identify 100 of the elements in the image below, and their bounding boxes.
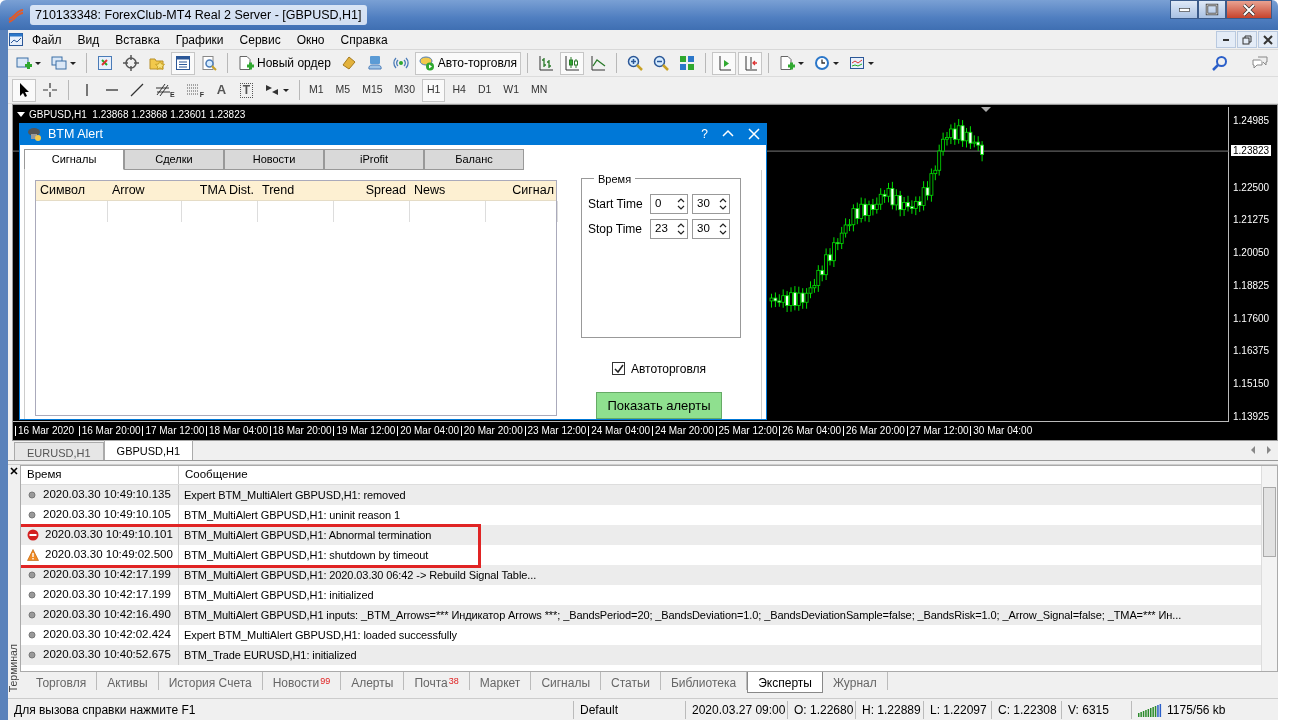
timeframe-button[interactable]: H1 [422,78,446,102]
timeframe-button[interactable]: H4 [447,78,471,102]
timeframe-button[interactable]: MN [526,78,553,102]
spin-field[interactable]: 0 [650,193,688,214]
menu-item[interactable]: Вставка [107,30,168,49]
dot-icon [27,610,37,620]
terminal-tab[interactable]: Торговля [26,672,98,690]
price-label: 1.17600 [1233,312,1270,324]
menu-item[interactable]: Справка [332,30,396,49]
status-text: O: 1.22680 [794,701,854,719]
terminal-tab[interactable]: Алерты [341,672,405,690]
terminal-tab[interactable]: Журнал [822,672,888,690]
crosshair-icon [42,82,58,98]
toolbar-button[interactable]: A [209,78,233,102]
tab[interactable]: Сигналы [24,148,124,170]
field-label: Stop Time [588,220,644,238]
toolbar-button[interactable] [171,51,195,75]
timeframe-button[interactable]: M15 [357,78,388,102]
toolbar-button[interactable]: Авто-торговля [414,51,522,75]
terminal-tab[interactable]: История Счета [158,672,263,690]
terminal-tab[interactable]: Сигналы [531,672,602,690]
price-label: 1.21275 [1233,214,1270,226]
hat-play-icon [418,55,435,71]
tiles-icon [679,55,696,71]
time-label: 20 Mar 04:00 [397,426,461,436]
restore-button[interactable] [1237,31,1257,48]
checkbox[interactable] [612,362,625,375]
scroll-left-icon [1250,446,1256,454]
connection-bars-icon [1138,702,1162,717]
terminal-tab[interactable]: Маркет [469,672,532,690]
spin-arrows-icon [719,222,727,235]
chart-tab[interactable]: GBPUSD,H1 [103,440,194,460]
toolbar-button[interactable] [12,78,36,102]
spin-arrows-icon [677,197,685,210]
help-button[interactable]: ? [701,125,708,144]
log-time: 2020.03.30 10:49:02.500 [45,547,173,563]
list-window-icon [175,55,191,71]
scrollbar[interactable] [1261,466,1277,671]
tab[interactable]: Баланс [424,148,524,170]
check-icon [613,363,624,374]
horizontal-line-icon [105,89,118,91]
time-label: 25 Mar 12:00 [715,426,780,436]
timeframe-button[interactable]: M30 [389,78,420,102]
timeframe-button[interactable]: D1 [472,78,497,102]
status-text: Default [580,701,619,719]
minimize-button[interactable] [1170,0,1198,19]
time-label: 20 Mar 20:00 [460,426,525,436]
windows-icon [51,55,67,71]
log-time: 2020.03.30 10:42:17.199 [43,587,171,603]
toolbar-button[interactable]: T [234,78,258,102]
magnifier-document-icon [201,55,217,71]
count-label: 99 [320,674,331,688]
log-message: BTM_MultiAlert GBPUSD,H1: 2020.03.30 06:42 -> Rebuild Signal Table... [183,567,537,583]
price-label: 1.15150 [1233,378,1270,390]
timeframe-button[interactable]: M5 [330,78,356,102]
timeframe-button[interactable]: M1 [303,78,329,102]
app-logo-icon [8,7,24,23]
time-label: 24 Mar 20:00 [651,426,716,436]
log-message: BTM_Trade EURUSD,H1: initialized [183,647,357,663]
axis-play-icon [716,55,733,71]
terminal-tab[interactable]: Активы [97,672,159,690]
dot-icon [27,570,37,580]
chart-tab[interactable]: EURUSD,H1 [14,442,104,460]
show-alerts-button[interactable]: Показать алерты [596,391,722,419]
toolbar-button[interactable]: Новый ордер [234,51,335,75]
menu-item[interactable]: Графики [167,30,232,49]
column-header: Сигнал [511,181,555,199]
spin-field[interactable]: 23 [650,218,688,239]
triangle-down-icon [17,112,25,117]
tab[interactable]: Сделки [124,148,224,170]
maximize-button[interactable] [1198,0,1226,19]
menu-item[interactable]: Вид [69,30,108,49]
scroll-thumb[interactable] [1263,487,1276,557]
close-button[interactable] [10,467,18,475]
terminal-tab[interactable]: Статьи [601,672,661,690]
arrows-square-icon [97,55,113,71]
menu-item[interactable]: Сервис [231,30,289,49]
dot-icon [27,590,37,600]
log-time: 2020.03.30 10:49:10.105 [43,507,171,523]
signal-waves-icon [392,55,409,71]
log-message: BTM_MultiAlert GBPUSD,H1: initialized [183,587,374,603]
log-time: 2020.03.30 10:42:16.490 [43,607,171,623]
vertical-line-icon [85,84,88,96]
timeframe-button[interactable]: W1 [498,78,525,102]
spin-field[interactable]: 30 [692,193,730,214]
menu-item[interactable]: Файл [24,30,70,49]
log-message: Expert BTM_MultiAlert GBPUSD,H1: removed [183,487,406,503]
log-time: 2020.03.30 10:42:17.199 [43,567,171,583]
terminal-tab[interactable]: Эксперты [747,672,823,693]
count-label: 38 [448,674,459,688]
dot-icon [27,490,37,500]
menu-item[interactable]: Окно [288,30,333,49]
tab[interactable]: iProfit [324,148,424,170]
warning-icon [27,549,39,561]
hatched-lines-icon [155,82,171,98]
spin-field[interactable]: 30 [692,218,730,239]
crosshair-icon [123,55,139,71]
tab[interactable]: Новости [224,148,324,170]
close-button[interactable] [1226,0,1272,19]
close-icon [1242,2,1256,17]
